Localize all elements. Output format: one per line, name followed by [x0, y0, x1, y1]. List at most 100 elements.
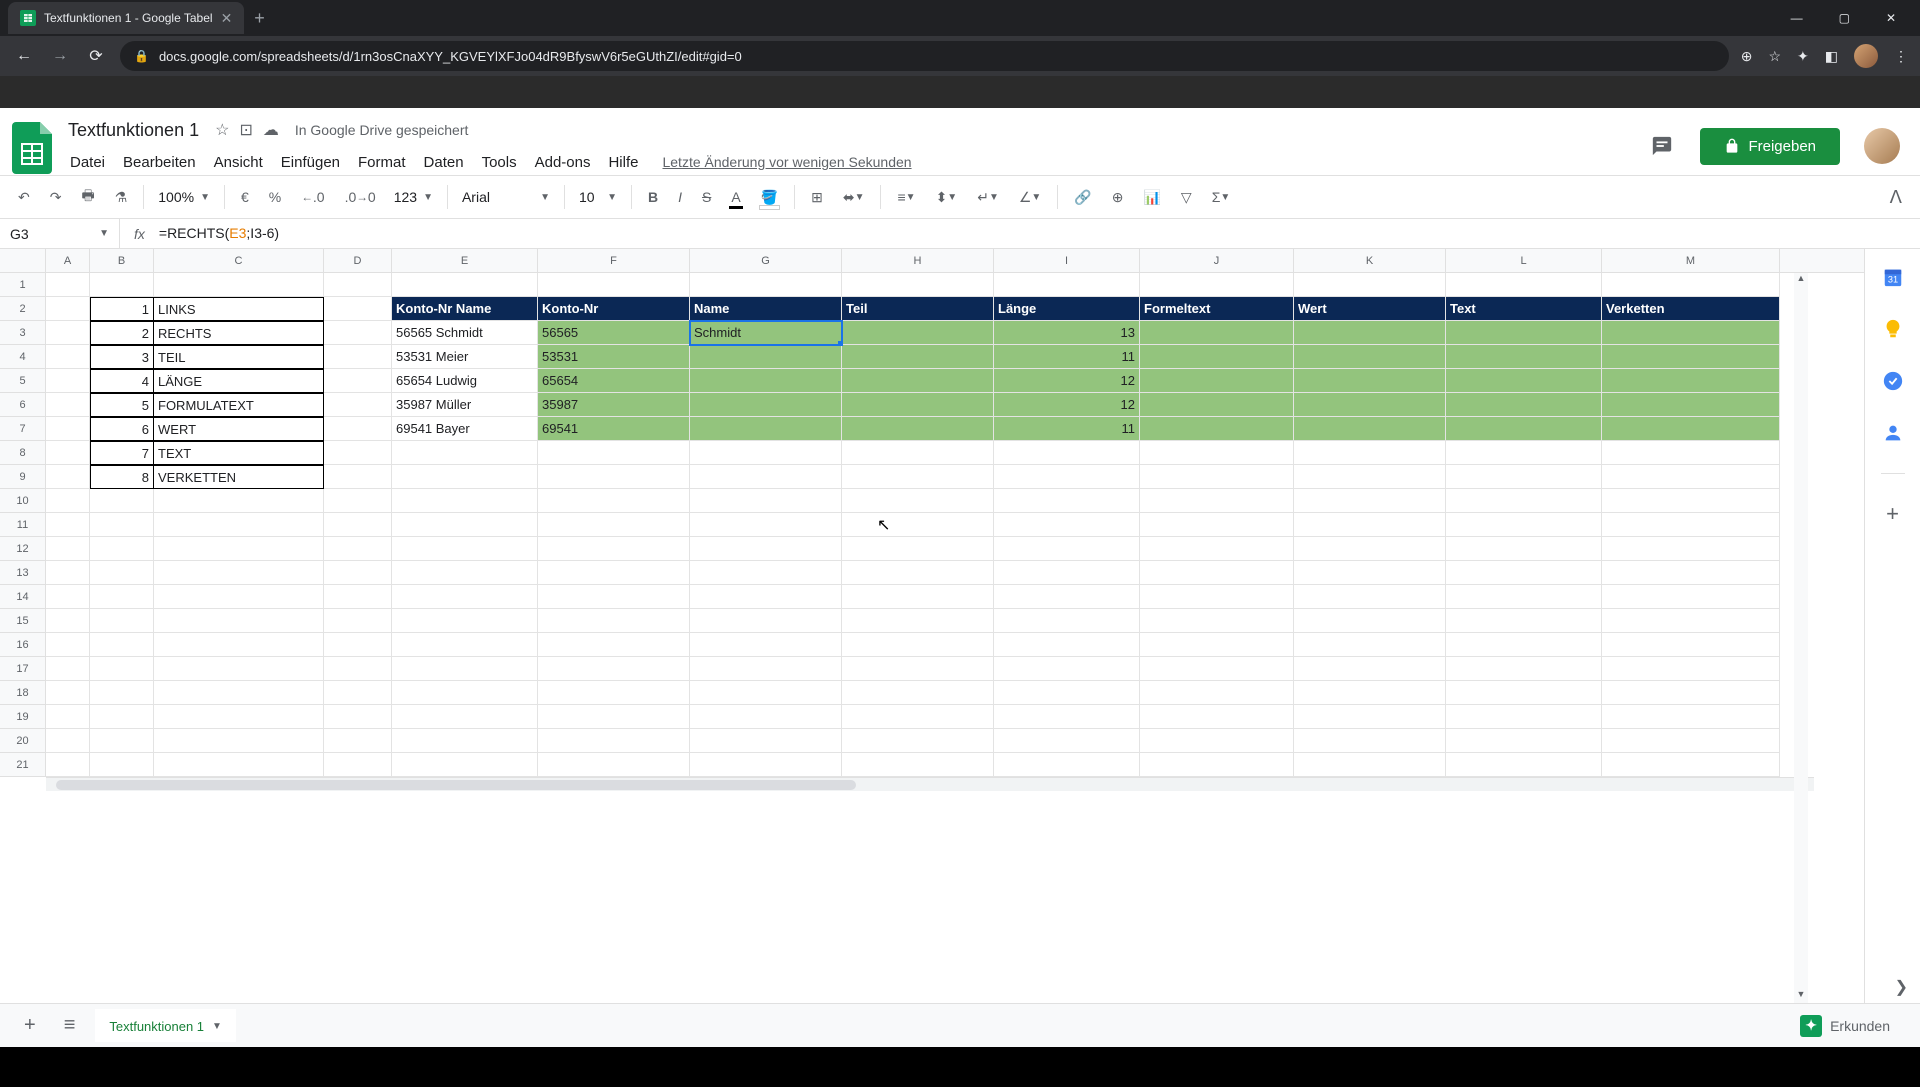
cell[interactable] [1602, 321, 1780, 345]
sheet-menu-icon[interactable]: ▼ [212, 1021, 222, 1032]
cell[interactable] [154, 657, 324, 681]
cell[interactable] [90, 273, 154, 297]
cell[interactable] [994, 441, 1140, 465]
keep-icon[interactable] [1881, 317, 1905, 341]
move-icon[interactable]: ⊡ [239, 120, 252, 140]
cell[interactable] [1140, 441, 1294, 465]
valign-button[interactable]: ⬍ ▼ [928, 183, 966, 212]
cell[interactable]: 65654 [538, 369, 690, 393]
menu-addons[interactable]: Add-ons [527, 150, 599, 175]
cell[interactable] [1140, 705, 1294, 729]
cell[interactable]: Wert [1294, 297, 1446, 321]
cell[interactable] [690, 537, 842, 561]
row-header[interactable]: 16 [0, 633, 45, 657]
browser-tab[interactable]: Textfunktionen 1 - Google Tabel ✕ [8, 2, 244, 34]
text-color-button[interactable]: A [723, 183, 748, 211]
cell[interactable] [994, 537, 1140, 561]
col-header[interactable]: M [1602, 249, 1780, 272]
cell[interactable] [90, 633, 154, 657]
cell[interactable] [1294, 273, 1446, 297]
cells-area[interactable]: 1LINKSKonto-Nr NameKonto-NrNameTeilLänge… [46, 273, 1864, 777]
explore-button[interactable]: ✦ Erkunden [1786, 1009, 1904, 1043]
cell[interactable]: 13 [994, 321, 1140, 345]
cell[interactable] [1446, 513, 1602, 537]
col-header[interactable]: K [1294, 249, 1446, 272]
cell[interactable] [690, 561, 842, 585]
italic-button[interactable]: I [670, 183, 690, 211]
cell[interactable]: 53531 Meier [392, 345, 538, 369]
cell[interactable] [46, 297, 90, 321]
cell[interactable] [324, 465, 392, 489]
cell[interactable]: 1 [90, 297, 154, 321]
cell[interactable] [392, 273, 538, 297]
cell[interactable] [392, 465, 538, 489]
cell[interactable] [994, 657, 1140, 681]
row-header[interactable]: 2 [0, 297, 45, 321]
cell[interactable] [1294, 441, 1446, 465]
row-header[interactable]: 4 [0, 345, 45, 369]
cell[interactable] [1140, 345, 1294, 369]
cell[interactable] [90, 753, 154, 777]
cell[interactable] [90, 537, 154, 561]
cell[interactable] [324, 585, 392, 609]
cell[interactable] [994, 753, 1140, 777]
cell[interactable] [1140, 657, 1294, 681]
cell[interactable] [1140, 489, 1294, 513]
cell[interactable]: 5 [90, 393, 154, 417]
cell[interactable] [842, 417, 994, 441]
cell[interactable] [1294, 417, 1446, 441]
cell[interactable] [1140, 273, 1294, 297]
rotate-button[interactable]: ∠ ▼ [1011, 183, 1049, 212]
cell[interactable] [1446, 369, 1602, 393]
cell[interactable] [324, 441, 392, 465]
cell[interactable] [538, 753, 690, 777]
cell[interactable] [1140, 729, 1294, 753]
cell[interactable]: 53531 [538, 345, 690, 369]
strikethrough-button[interactable]: S [694, 183, 719, 211]
cell[interactable]: TEXT [154, 441, 324, 465]
cell[interactable] [154, 513, 324, 537]
cell[interactable] [46, 441, 90, 465]
font-selector[interactable]: Arial▼ [456, 185, 556, 209]
cell[interactable] [1140, 369, 1294, 393]
cell[interactable]: RECHTS [154, 321, 324, 345]
cell[interactable] [994, 561, 1140, 585]
col-header[interactable]: E [392, 249, 538, 272]
undo-button[interactable]: ↶ [10, 183, 38, 212]
add-addon-icon[interactable]: + [1881, 502, 1905, 526]
cell[interactable] [46, 609, 90, 633]
increase-decimal-button[interactable]: .0→0 [337, 183, 384, 211]
row-header[interactable]: 5 [0, 369, 45, 393]
maximize-button[interactable]: ▢ [1831, 7, 1858, 29]
cell[interactable] [392, 537, 538, 561]
cell[interactable] [1446, 609, 1602, 633]
cell[interactable] [324, 657, 392, 681]
sheet-tab[interactable]: Textfunktionen 1 ▼ [95, 1009, 236, 1042]
cell[interactable] [1140, 753, 1294, 777]
cell[interactable] [1294, 513, 1446, 537]
bold-button[interactable]: B [640, 183, 666, 211]
cell[interactable] [690, 729, 842, 753]
show-side-panel-button[interactable]: ❯ [1895, 977, 1908, 997]
halign-button[interactable]: ≡ ▼ [889, 183, 923, 211]
cell[interactable] [46, 465, 90, 489]
cell[interactable] [690, 681, 842, 705]
cell[interactable] [1602, 657, 1780, 681]
calendar-icon[interactable]: 31 [1881, 265, 1905, 289]
share-button[interactable]: Freigeben [1700, 128, 1840, 165]
cell[interactable] [538, 729, 690, 753]
cell[interactable] [1294, 753, 1446, 777]
cell[interactable] [690, 513, 842, 537]
cell[interactable] [324, 753, 392, 777]
cell[interactable]: 2 [90, 321, 154, 345]
cell[interactable]: 56565 Schmidt [392, 321, 538, 345]
cell[interactable] [324, 681, 392, 705]
cell[interactable] [842, 657, 994, 681]
cell[interactable]: Konto-Nr Name [392, 297, 538, 321]
cell[interactable] [538, 609, 690, 633]
cell[interactable] [392, 657, 538, 681]
cell[interactable] [538, 465, 690, 489]
horizontal-scrollbar[interactable] [46, 777, 1814, 791]
percent-button[interactable]: % [261, 183, 289, 211]
vertical-scrollbar[interactable]: ▲ ▼ [1794, 273, 1808, 1003]
